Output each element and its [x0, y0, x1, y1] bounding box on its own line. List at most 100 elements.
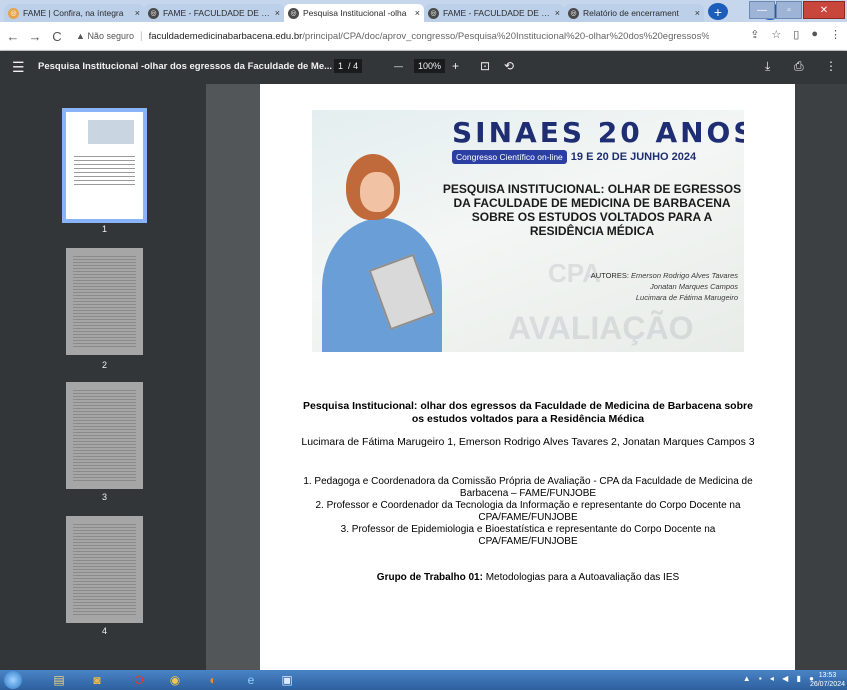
- chrome-icon[interactable]: ◉: [160, 671, 190, 689]
- reload-icon[interactable]: C: [48, 29, 66, 44]
- sinaes-logo: SINAES 20 ANOS: [452, 116, 744, 149]
- rotate-icon[interactable]: ⟲: [504, 59, 514, 73]
- author-name: Jonatan Marques Campos: [650, 282, 738, 291]
- congress-badge: Congresso Científico on-line: [452, 150, 567, 164]
- system-tray[interactable]: ▲ ▪ ◂ ◀ ▮ ●: [743, 674, 817, 683]
- toolbar-icons: ⇪ ☆ ▯ ● ⋮: [750, 28, 841, 41]
- tab-pesquisa-institucional[interactable]: ◎ Pesquisa Institucional -olha ×: [284, 4, 424, 22]
- zoom-out-button[interactable]: —: [394, 61, 403, 71]
- back-icon[interactable]: ←: [4, 29, 22, 44]
- current-page: 1: [338, 61, 344, 71]
- kebab-menu-icon[interactable]: ⋮: [830, 28, 841, 41]
- bookmark-star-icon[interactable]: ☆: [771, 28, 781, 41]
- new-tab-button[interactable]: +: [708, 3, 728, 20]
- media-player-icon[interactable]: ◙: [82, 671, 112, 689]
- app-window-icon[interactable]: ▣: [272, 671, 302, 689]
- pdf-title: Pesquisa Institucional -olhar dos egress…: [38, 61, 333, 72]
- forward-icon[interactable]: →: [26, 29, 44, 44]
- viewer-scrollbar[interactable]: [795, 84, 847, 670]
- maximize-button[interactable]: ▫: [776, 1, 802, 19]
- tab-fame-confira[interactable]: ◎ FAME | Confira, na íntegra ×: [4, 4, 144, 22]
- working-group: Grupo de Trabalho 01: Metodologias para …: [300, 572, 756, 583]
- thumbnail-text: [73, 256, 136, 347]
- address-toolbar: ← → C ▲ Não seguro | faculdademedicinaba…: [0, 22, 847, 51]
- globe-icon: ◎: [288, 7, 299, 19]
- firefox-icon[interactable]: ◐: [198, 671, 228, 689]
- url-host: faculdademedicinabarbacena.edu.br: [148, 30, 303, 42]
- file-explorer-icon[interactable]: ▤: [44, 671, 74, 689]
- affiliation-item: 1. Pedagoga e Coordenadora da Comissão P…: [303, 476, 753, 499]
- thumbnail-text: [73, 524, 136, 615]
- page-thumbnail-1[interactable]: [62, 108, 147, 223]
- tab-fame-1[interactable]: ◎ FAME - FACULDADE DE ME ×: [144, 4, 284, 22]
- fit-page-icon[interactable]: ⊡: [480, 59, 490, 73]
- thumbnail-text: [74, 156, 135, 186]
- thumbnail-label: 3: [101, 492, 107, 502]
- document-authors: Lucimara de Fátima Marugeiro 1, Emerson …: [301, 436, 755, 448]
- start-button[interactable]: [4, 671, 22, 689]
- security-indicator[interactable]: ▲ Não seguro: [76, 31, 134, 41]
- minimize-button[interactable]: —: [749, 1, 775, 19]
- page-thumbnail-2[interactable]: [66, 248, 143, 355]
- pdf-page: CPA AVALIAÇÃO SINAES 20 ANOS Congresso C…: [260, 84, 796, 670]
- authors-label: AUTORES:: [590, 271, 629, 280]
- zoom-in-button[interactable]: +: [452, 59, 459, 73]
- share-icon[interactable]: ⇪: [750, 28, 759, 41]
- thumbnail-sidebar: 1 2 3 4: [0, 84, 206, 670]
- banner-authors: AUTORES: Emerson Rodrigo Alves Tavares J…: [508, 270, 738, 303]
- globe-icon: ◎: [148, 7, 159, 19]
- print-icon[interactable]: ⎙: [794, 59, 804, 74]
- globe-icon: ◎: [428, 7, 439, 19]
- page-thumbnail-3[interactable]: [66, 382, 143, 489]
- clock[interactable]: 13:53 26/07/2024: [810, 671, 845, 689]
- illustration-face: [360, 172, 394, 212]
- tab-relatorio[interactable]: ◎ Relatório de encerrament ×: [564, 4, 704, 22]
- affiliation-item: 2. Professor e Coordenador da Tecnologia…: [315, 500, 741, 523]
- page-number-input[interactable]: 1 / 4: [334, 59, 363, 73]
- url-bar[interactable]: faculdademedicinabarbacena.edu.br/princi…: [149, 31, 709, 42]
- thumbnail-label: 2: [101, 360, 107, 370]
- author-name: Emerson Rodrigo Alves Tavares: [631, 271, 738, 280]
- close-icon[interactable]: ×: [415, 8, 420, 18]
- thumbnail-label: 4: [101, 626, 107, 636]
- tab-label: Pesquisa Institucional -olha: [303, 8, 407, 18]
- working-group-name: Metodologias para a Autoavaliação das IE…: [482, 572, 680, 583]
- affiliation-item: 3. Professor de Epidemiologia e Bioestat…: [340, 524, 716, 547]
- window-controls: — ▫ ✕: [748, 1, 845, 19]
- page-thumbnail-4[interactable]: [66, 516, 143, 623]
- page-separator: /: [348, 61, 351, 71]
- security-label: Não seguro: [87, 31, 134, 41]
- tab-label: Relatório de encerrament: [583, 8, 679, 18]
- tab-label: FAME | Confira, na íntegra: [23, 8, 124, 18]
- browser-tab-strip: ◎ FAME | Confira, na íntegra × ◎ FAME - …: [0, 0, 847, 22]
- url-path: /principal/CPA/doc/aprov_congresso/Pesqu…: [302, 30, 709, 42]
- opera-icon[interactable]: O: [124, 671, 154, 689]
- globe-icon: ◎: [8, 7, 19, 19]
- warning-icon: ▲: [76, 31, 85, 41]
- total-pages: 4: [353, 61, 359, 71]
- internet-explorer-icon[interactable]: e: [236, 671, 266, 689]
- close-icon[interactable]: ×: [275, 8, 280, 18]
- document-title: Pesquisa Institucional: olhar dos egress…: [303, 400, 753, 425]
- close-icon[interactable]: ×: [135, 8, 140, 18]
- thumbnail-label: 1: [101, 224, 107, 234]
- banner-watermark: AVALIAÇÃO: [508, 310, 694, 346]
- pdf-viewer[interactable]: CPA AVALIAÇÃO SINAES 20 ANOS Congresso C…: [206, 84, 847, 670]
- zoom-input[interactable]: 100%: [414, 59, 446, 73]
- tab-label: FAME - FACULDADE DE ME: [443, 8, 552, 18]
- working-group-label: Grupo de Trabalho 01:: [376, 572, 483, 583]
- more-options-icon[interactable]: ⋮: [825, 59, 837, 73]
- tab-label: FAME - FACULDADE DE ME: [163, 8, 272, 18]
- tab-fame-2[interactable]: ◎ FAME - FACULDADE DE ME ×: [424, 4, 564, 22]
- download-icon[interactable]: ⤓: [765, 59, 770, 74]
- side-panel-icon[interactable]: ▯: [793, 28, 799, 41]
- divider: |: [139, 30, 143, 42]
- profile-icon[interactable]: ●: [811, 28, 818, 41]
- close-window-button[interactable]: ✕: [803, 1, 845, 19]
- congress-banner: CPA AVALIAÇÃO SINAES 20 ANOS Congresso C…: [312, 110, 744, 352]
- thumbnail-text: [73, 390, 136, 481]
- banner-title: PESQUISA INSTITUCIONAL: OLHAR DE EGRESSO…: [442, 182, 742, 238]
- close-icon[interactable]: ×: [695, 8, 700, 18]
- close-icon[interactable]: ×: [555, 8, 560, 18]
- hamburger-menu-icon[interactable]: ☰: [12, 59, 25, 76]
